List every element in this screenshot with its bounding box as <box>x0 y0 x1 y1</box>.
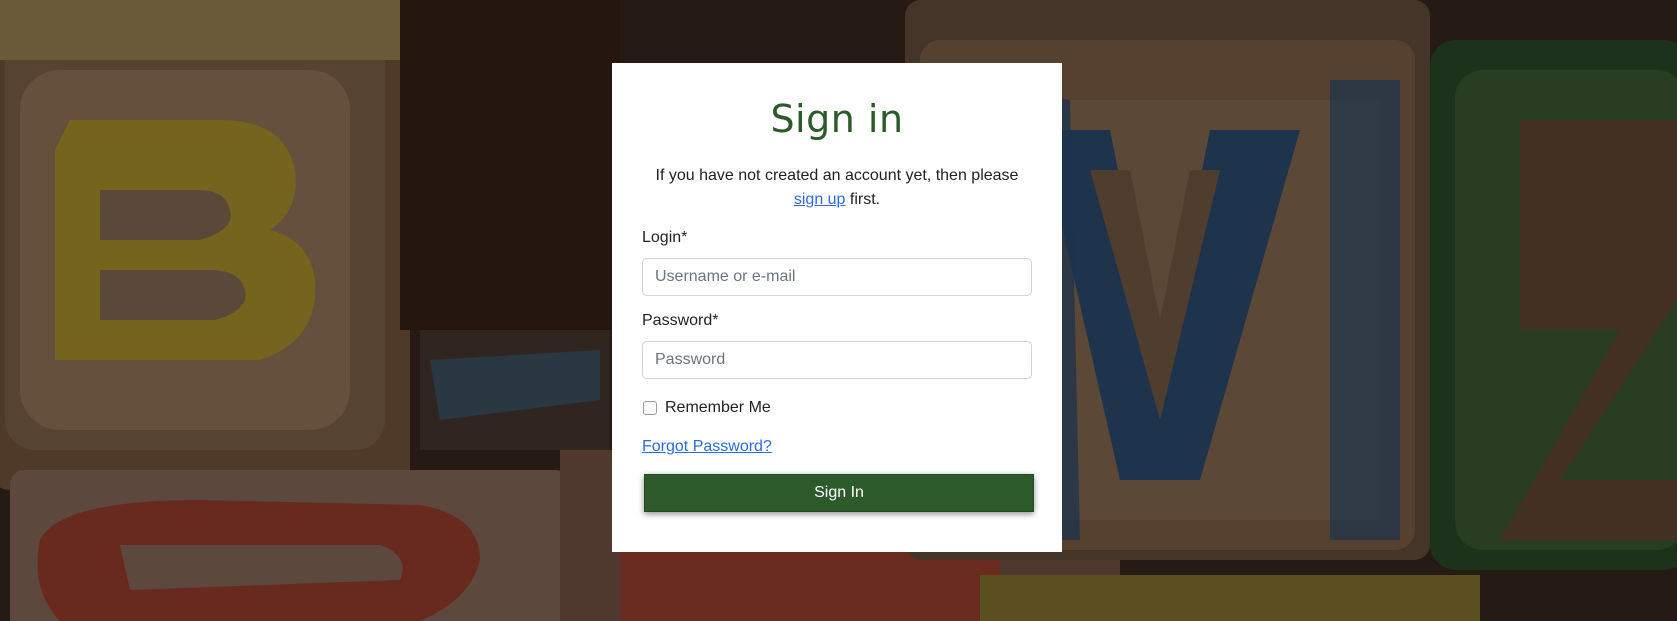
login-label: Login* <box>642 229 688 246</box>
password-label: Password* <box>642 312 719 329</box>
signup-prompt-suffix: first. <box>849 191 881 208</box>
signup-prompt: If you have not created an account yet, … <box>642 164 1032 212</box>
password-input[interactable] <box>642 341 1032 379</box>
signup-prompt-text: If you have not created an account yet, … <box>655 167 1019 184</box>
sign-in-button[interactable]: Sign In <box>644 474 1034 512</box>
remember-me-label[interactable]: Remember Me <box>665 399 771 417</box>
login-input[interactable] <box>642 258 1032 296</box>
remember-me-row: Remember Me <box>642 397 1032 419</box>
signin-card: Sign in If you have not created an accou… <box>612 63 1062 552</box>
remember-me-checkbox[interactable] <box>643 401 657 415</box>
signup-link[interactable]: sign up <box>794 191 846 208</box>
forgot-password-link[interactable]: Forgot Password? <box>642 436 772 458</box>
page-title: Sign in <box>770 97 904 141</box>
